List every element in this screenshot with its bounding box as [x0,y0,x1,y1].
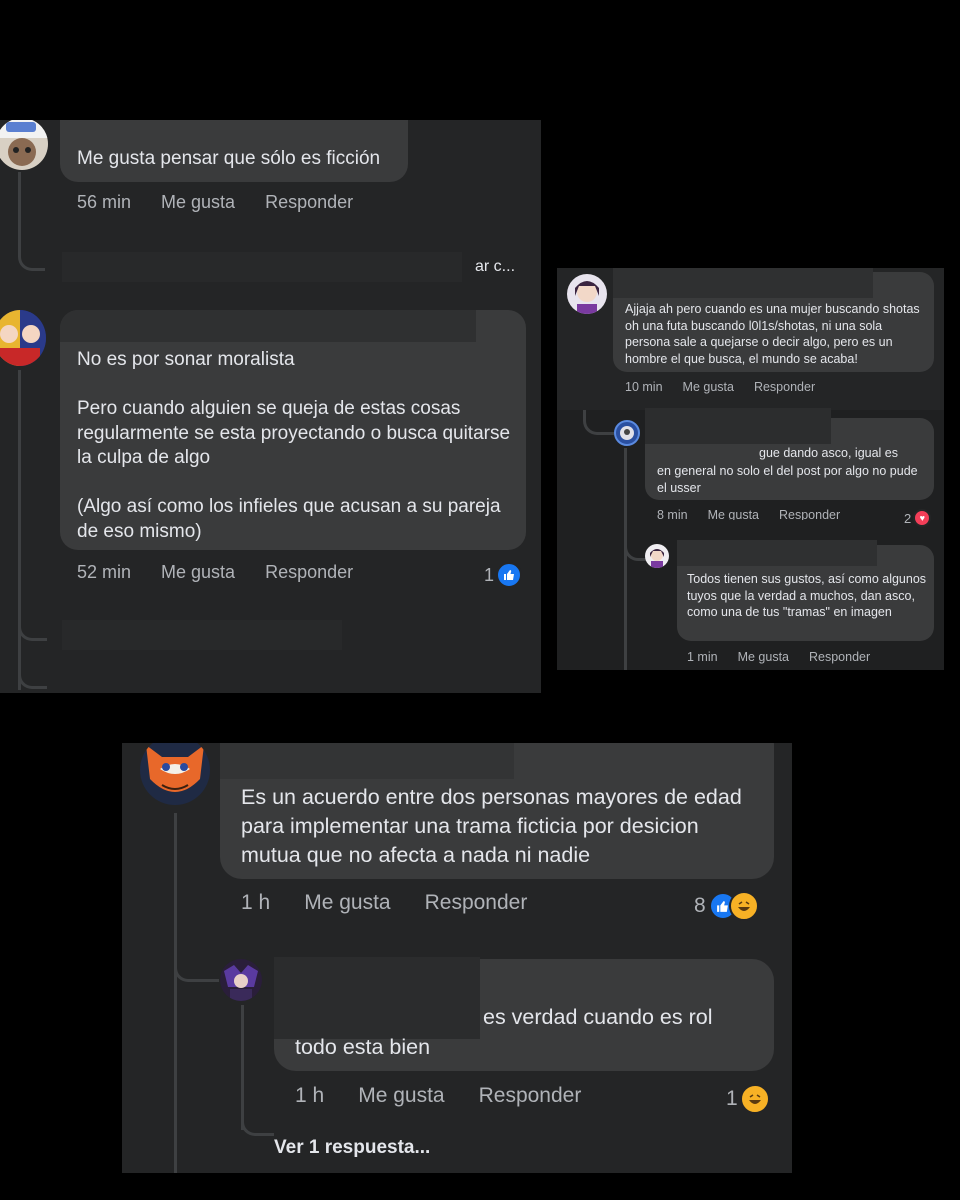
thread-connector [18,650,47,689]
thread-connector [174,943,219,982]
redacted-name [613,268,873,298]
commenter-avatar[interactable] [614,420,640,446]
commenter-avatar[interactable] [220,959,262,1001]
user-avatar-icon [575,281,599,314]
haha-emoji-icon [728,891,759,921]
like-button[interactable]: Me gusta [683,380,734,394]
reaction-count: 1 [484,564,495,585]
like-button[interactable]: Me gusta [358,1084,444,1108]
comment-actions: 10 min Me gusta Responder [625,380,815,394]
commenter-avatar[interactable] [567,274,607,314]
like-button[interactable]: Me gusta [161,192,235,213]
comment-time: 1 h [295,1084,325,1107]
like-button[interactable]: Me gusta [161,562,235,583]
reaction-summary[interactable]: 8 [694,891,759,921]
comment-text: Ajjaja ah pero cuando es una mujer busca… [625,302,920,366]
thread-connector [18,230,45,271]
truncated-reply-text[interactable]: ar c... [475,258,515,276]
comment-actions: 1 h Me gusta Responder [295,1084,581,1108]
redacted-reply [62,252,462,282]
reply-button[interactable]: Responder [265,192,353,213]
comment-time: 1 h [241,891,271,914]
thumbs-up-icon [496,562,523,588]
thread-connector [18,610,47,641]
comment-actions: 52 min Me gusta Responder [77,562,353,583]
redacted-name [274,957,480,1039]
thread-connector [241,1103,274,1136]
thread-line [18,370,21,690]
user-avatar-icon [0,120,48,166]
redacted-reply [62,620,342,650]
reply-button[interactable]: Responder [809,650,870,664]
user-avatar-icon [620,426,634,440]
thread-connector [624,530,647,561]
comment-text: No es por sonar moralista Pero cuando al… [77,349,511,542]
reaction-summary[interactable]: 1 [484,562,523,588]
thread-line [174,813,177,1173]
comment-text: Todos tienen sus gustos, así como alguno… [687,572,927,619]
haha-emoji-icon [739,1084,770,1114]
anime-avatar-icon [224,965,258,1001]
comments-panel-2: Ajjaja ah pero cuando es una mujer busca… [557,268,944,670]
comment-time: 56 min [77,192,132,212]
fox-avatar-icon [146,745,204,792]
comment-text-line: gue dando asco, igual es [759,446,898,460]
redacted-name [220,743,514,779]
redacted-name [60,310,476,342]
user-avatar-icon [650,549,664,568]
thread-connector [583,410,614,435]
commenter-avatar[interactable] [140,743,210,805]
like-button[interactable]: Me gusta [304,891,390,915]
comment-text: Es un acuerdo entre dos personas mayores… [241,785,742,867]
comment-time: 52 min [77,562,132,582]
like-button[interactable]: Me gusta [738,650,789,664]
reaction-summary[interactable]: 1 [726,1084,770,1114]
comment-text-line: es verdad cuando es rol [483,1005,713,1029]
thread-line [624,448,627,670]
commenter-avatar[interactable] [0,120,48,170]
commenter-avatar[interactable] [0,310,46,366]
reply-button[interactable]: Responder [479,1084,582,1108]
reaction-count: 2 [904,510,912,526]
comment-actions: 1 h Me gusta Responder [241,891,527,915]
comment-actions: 1 min Me gusta Responder [687,650,870,664]
comment-actions: 8 min Me gusta Responder [657,508,840,520]
comment-text: en general no solo el del post por algo … [657,464,918,495]
redacted-name [645,408,831,444]
reply-button[interactable]: Responder [754,380,815,394]
redacted-name [677,540,877,566]
reply-button[interactable]: Responder [779,508,840,520]
comments-panel-3: Es un acuerdo entre dos personas mayores… [122,743,792,1173]
reaction-count: 8 [694,894,706,917]
reply-button[interactable]: Responder [265,562,353,583]
reaction-count: 1 [726,1087,738,1110]
reply-button[interactable]: Responder [425,891,528,915]
reaction-summary[interactable]: 2 ♥ [904,509,932,527]
comment-time: 1 min [687,650,718,664]
comment-time: 8 min [657,508,688,520]
heart-icon: ♥ [913,509,932,527]
comment-actions: 56 min Me gusta Responder [77,192,353,213]
like-button[interactable]: Me gusta [708,508,759,520]
comment-text: Me gusta pensar que sólo es ficción [77,148,381,169]
view-more-replies-link[interactable]: Ver 1 respuesta... [274,1137,430,1159]
comment-text-line: todo esta bien [295,1035,431,1059]
anime-avatar-icon [0,310,46,366]
comment-time: 10 min [625,380,663,394]
commenter-avatar[interactable] [645,544,669,568]
comments-panel-1: Me gusta pensar que sólo es ficción 56 m… [0,120,541,693]
